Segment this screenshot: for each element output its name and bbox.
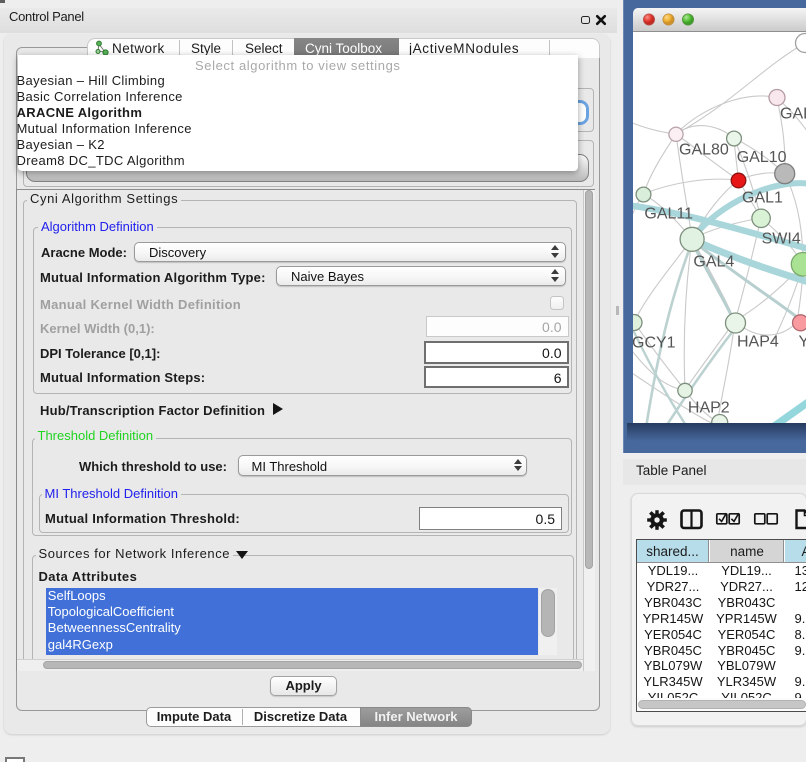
svg-text:HAP2: HAP2 <box>688 399 730 416</box>
svg-text:GAL11: GAL11 <box>644 205 693 222</box>
svg-text:GAL7: GAL7 <box>780 105 806 122</box>
svg-text:GAL10: GAL10 <box>737 148 787 165</box>
svg-text:GAL80: GAL80 <box>679 141 729 158</box>
svg-text:HAP4: HAP4 <box>737 333 779 350</box>
svg-text:GCY1: GCY1 <box>633 334 676 351</box>
svg-text:SWI4: SWI4 <box>762 230 801 247</box>
svg-text:GAL4: GAL4 <box>693 253 734 270</box>
svg-text:Y: Y <box>799 333 806 350</box>
svg-text:GAL1: GAL1 <box>742 189 783 206</box>
